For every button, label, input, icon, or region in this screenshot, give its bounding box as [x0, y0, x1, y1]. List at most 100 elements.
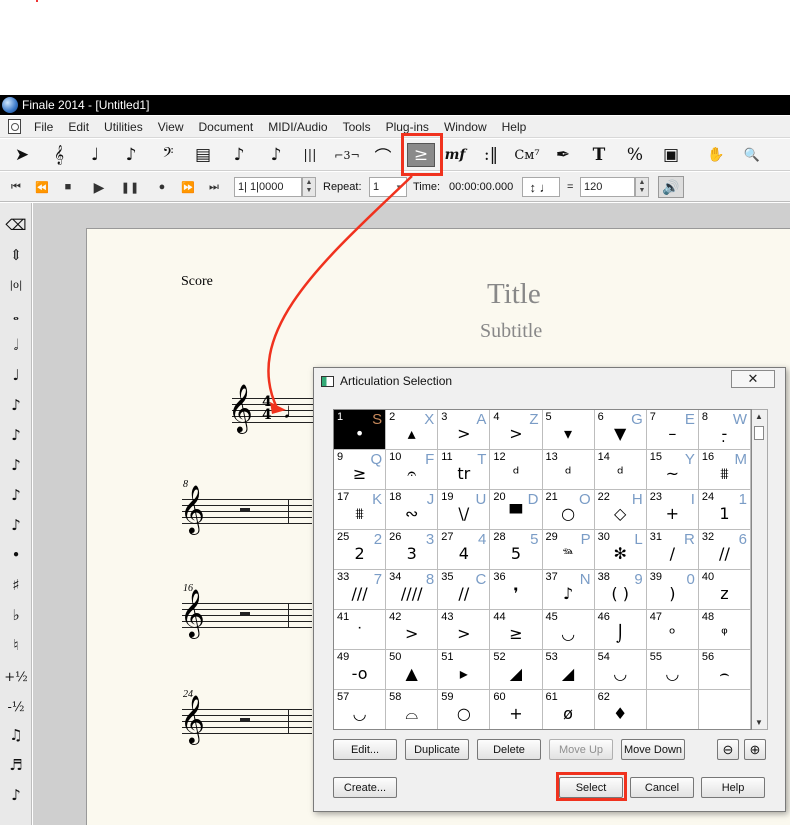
articulation-cell[interactable]: 3 A > — [438, 410, 491, 450]
articulation-cell[interactable]: 35 C// — [438, 570, 491, 610]
half-step-up-icon[interactable]: +½ — [4, 665, 28, 689]
articulation-cell[interactable]: 56 ⌢ — [698, 650, 751, 690]
articulation-cell[interactable]: 37 N ♪ — [542, 570, 595, 610]
articulation-cell[interactable]: 48 ᵠ — [698, 610, 751, 650]
articulation-cell[interactable]: 1 S • — [334, 410, 387, 450]
articulation-cell[interactable]: 9 Q ≥ — [334, 450, 387, 490]
articulation-cell[interactable]: 59 ○ — [438, 690, 491, 729]
repeat-dropdown[interactable]: 1 ▼ — [369, 177, 407, 197]
articulation-cell[interactable]: 32 6// — [698, 530, 751, 570]
zoom-in-icon[interactable]: ⊕ — [744, 739, 766, 760]
articulation-cell[interactable]: 53 ◢ — [542, 650, 595, 690]
articulation-cell[interactable]: 43 > — [438, 610, 491, 650]
articulation-cell[interactable]: 62 ♦ — [595, 690, 647, 729]
articulation-cell[interactable]: 12 ᵈ — [490, 450, 543, 490]
articulation-cell[interactable]: 13 ᵈ — [542, 450, 595, 490]
close-button[interactable]: ✕ — [731, 370, 775, 388]
create-button[interactable]: Create... — [333, 777, 397, 798]
half-step-down-icon[interactable]: -½ — [4, 695, 28, 719]
articulation-cell[interactable]: 20 D ▀ — [490, 490, 543, 530]
speedy-entry-icon[interactable]: ♪ — [117, 143, 145, 167]
articulation-cell[interactable]: 60 + — [490, 690, 543, 729]
articulation-cell[interactable] — [647, 690, 699, 729]
measure-counter-field[interactable]: 1| 1|0000 — [234, 177, 302, 197]
articulation-cell[interactable] — [699, 690, 751, 729]
rewind-start-icon[interactable]: ⏮ — [6, 178, 26, 196]
articulation-cell[interactable]: 15 Y ~ — [646, 450, 699, 490]
sixteenth-note-icon[interactable]: ♪ — [4, 423, 28, 447]
scroll-down-icon[interactable]: ▼ — [755, 718, 763, 727]
smart-shape-icon[interactable]: ⌒ — [369, 143, 397, 168]
selection-tool-icon[interactable]: ➤ — [8, 143, 36, 167]
articulation-cell[interactable]: 47 ᵒ — [646, 610, 699, 650]
menu-file[interactable]: File — [27, 120, 61, 134]
menu-document[interactable]: Document — [192, 120, 262, 134]
edit-button[interactable]: Edit... — [333, 739, 397, 760]
tempo-field[interactable]: 120 — [580, 177, 635, 197]
128th-note-icon[interactable]: ♪ — [4, 513, 28, 537]
articulation-cell[interactable]: 21 O ○ — [542, 490, 595, 530]
articulation-cell[interactable]: 5 ▾ — [542, 410, 595, 450]
menu-tools[interactable]: Tools — [336, 120, 379, 134]
articulation-cell[interactable]: 17 K ⩩ — [334, 490, 387, 530]
articulation-cell[interactable]: 34 8//// — [386, 570, 439, 610]
menu-midi-audio[interactable]: MIDI/Audio — [261, 120, 335, 134]
articulation-cell[interactable]: 14 ᵈ — [594, 450, 647, 490]
delete-button[interactable]: Delete — [477, 739, 541, 760]
zoom-out-icon[interactable]: ⊖ — [717, 739, 739, 760]
thirty-second-icon[interactable]: ♪ — [4, 453, 28, 477]
sixty-fourth-icon[interactable]: ♪ — [4, 483, 28, 507]
articulation-cell[interactable]: 49 -o — [334, 650, 387, 690]
articulation-cell[interactable]: 31 R / — [646, 530, 699, 570]
quarter-note-icon[interactable]: ♩ — [283, 398, 305, 424]
mirror-tool-icon[interactable]: ||| — [296, 143, 324, 167]
articulation-cell[interactable]: 8 W -̣ — [698, 410, 751, 450]
articulation-cell[interactable]: 44 ≥ — [490, 610, 543, 650]
page-layout-icon[interactable]: ▣ — [657, 143, 685, 167]
articulation-cell[interactable]: 28 5 5 — [490, 530, 543, 570]
play-icon[interactable]: ▶ — [89, 178, 109, 196]
articulation-cell[interactable]: 57 ◡ — [334, 690, 387, 729]
help-button[interactable]: Help — [701, 777, 765, 798]
articulation-cell[interactable]: 61 ø — [543, 690, 595, 729]
tie-icon[interactable]: ♫ — [4, 723, 28, 747]
articulation-cell[interactable]: 51 ▸ — [438, 650, 491, 690]
articulation-cell[interactable]: 42 > — [386, 610, 439, 650]
eighth-note-icon[interactable]: ♪ — [4, 393, 28, 417]
articulation-cell[interactable]: 25 2 2 — [334, 530, 387, 570]
text-tool-icon[interactable]: T — [585, 143, 613, 167]
tuplet-tool-icon[interactable]: ⌐3¬ — [333, 143, 361, 167]
stop-icon[interactable]: ■ — [58, 178, 78, 196]
simple-entry-icon[interactable]: ♩ — [81, 143, 109, 167]
document-icon[interactable] — [8, 119, 21, 134]
fast-forward-icon[interactable]: ⏩ — [178, 178, 198, 196]
articulation-cell[interactable]: 54 ◡ — [594, 650, 647, 690]
measure-tool-icon[interactable]: ▤ — [189, 143, 217, 167]
articulation-cell[interactable]: 2 X ▴ — [386, 410, 439, 450]
staff-tool-icon[interactable]: 𝄞 — [45, 143, 73, 167]
note-entry-icon[interactable]: ♪ — [225, 143, 253, 167]
articulation-cell[interactable]: 40 z — [698, 570, 751, 610]
articulation-cell[interactable]: 19 U \/ — [438, 490, 491, 530]
articulation-cell[interactable]: 29 P 𝆮 — [542, 530, 595, 570]
double-whole-icon[interactable]: |o| — [4, 273, 28, 297]
whole-note-icon[interactable]: 𝅝 — [4, 303, 28, 327]
articulation-cell[interactable]: 18 J ∾ — [386, 490, 439, 530]
lyrics-tool-icon[interactable]: ✒ — [549, 143, 577, 167]
half-note-icon[interactable]: 𝅗𝅥 — [4, 333, 28, 357]
menu-edit[interactable]: Edit — [61, 120, 97, 134]
grace-note-icon[interactable]: ♪ — [4, 783, 28, 807]
playback-settings-icon[interactable]: 🔊 — [658, 176, 684, 198]
score-title[interactable]: Title — [487, 278, 541, 311]
eighth-note-icon[interactable]: ♪ — [262, 143, 290, 167]
rewind-icon[interactable]: ⏪ — [32, 178, 52, 196]
repeat-tool-icon[interactable]: :‖ — [477, 143, 505, 167]
articulation-cell[interactable]: 10 F 𝄐 — [386, 450, 439, 490]
menu-window[interactable]: Window — [437, 120, 495, 134]
natural-icon[interactable]: ♮ — [4, 633, 28, 657]
articulation-cell[interactable]: 30 L ✻ — [594, 530, 647, 570]
cancel-button[interactable]: Cancel — [630, 777, 694, 798]
key-signature-icon[interactable]: 𝄢 — [154, 143, 182, 167]
articulation-cell[interactable]: 46 ⌡ — [594, 610, 647, 650]
score-subtitle[interactable]: Subtitle — [480, 320, 542, 343]
